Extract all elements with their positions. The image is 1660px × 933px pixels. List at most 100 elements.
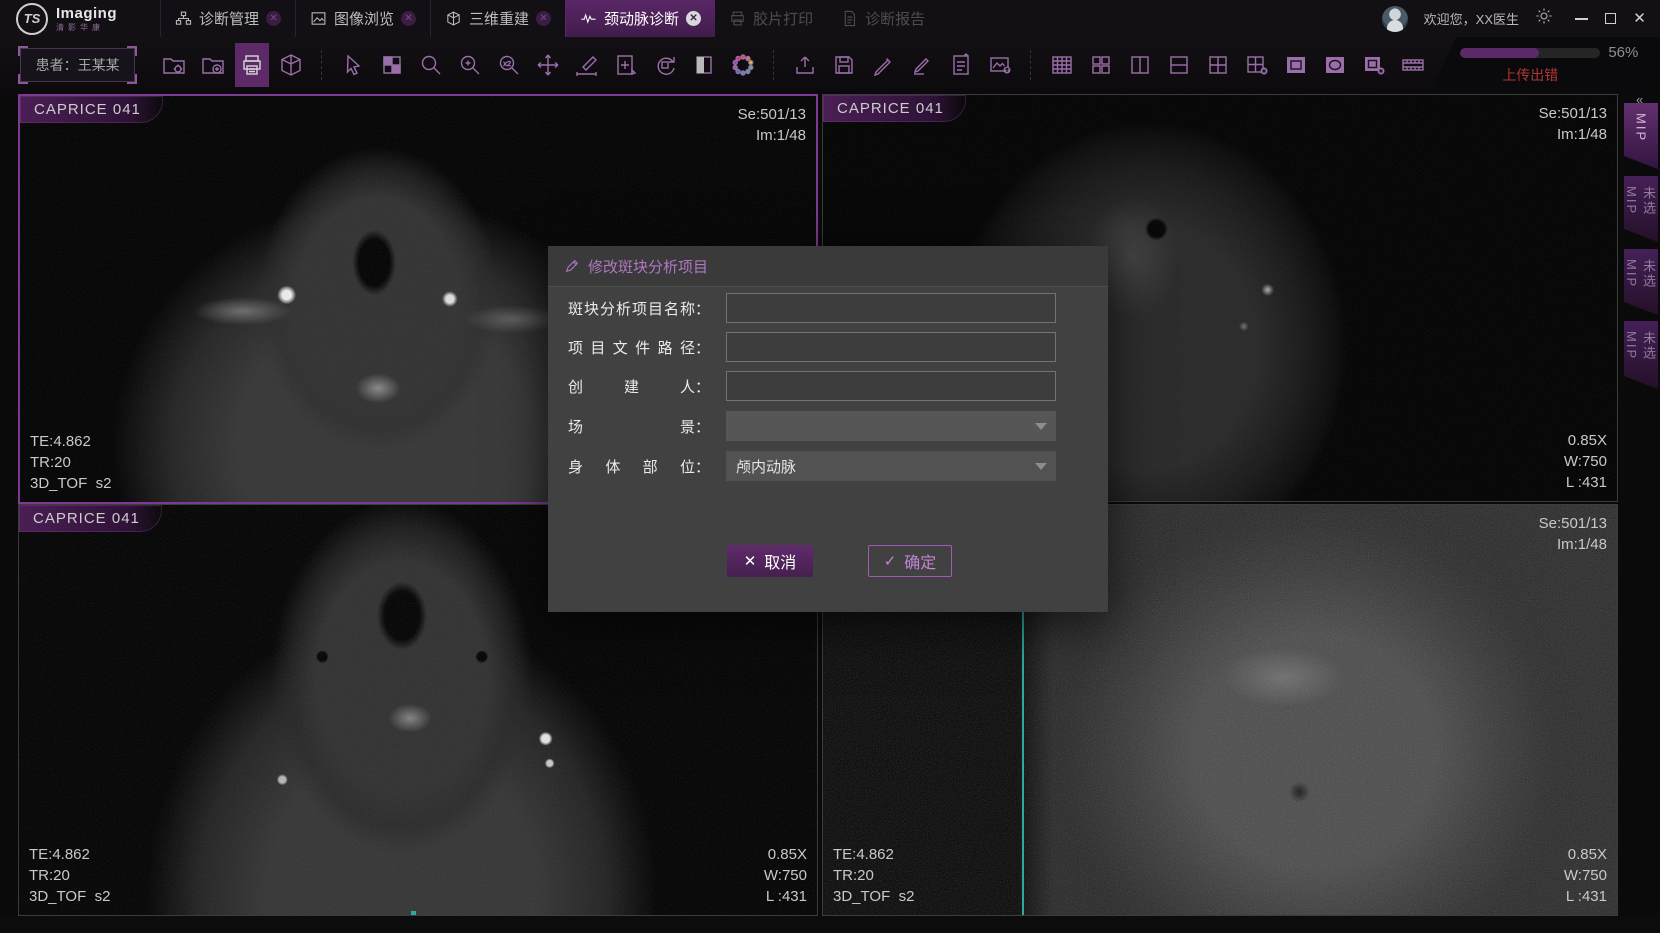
logo-brand: Imaging	[56, 6, 117, 21]
logo-monogram-icon: TS	[16, 3, 48, 35]
field-row-file-path: 项目文件路径：	[568, 332, 1056, 362]
cine-film-icon[interactable]	[1396, 43, 1430, 87]
waveform-icon	[580, 10, 597, 27]
zoom-x2-icon[interactable]: x2	[492, 43, 526, 87]
side-tab-unselected-mip-1[interactable]: 未选MIP	[1624, 176, 1658, 242]
svg-text:x2: x2	[504, 59, 512, 68]
folder-add-icon[interactable]	[196, 43, 230, 87]
blocks-2x2-icon[interactable]	[1084, 43, 1118, 87]
print-icon[interactable]	[235, 43, 269, 87]
measure-pencil-icon[interactable]	[570, 43, 604, 87]
zoom-in-icon[interactable]	[453, 43, 487, 87]
patient-badge: 患者：王某某	[20, 48, 135, 82]
grid-2x2-icon[interactable]	[1201, 43, 1235, 87]
cancel-button-label: 取消	[764, 549, 796, 573]
tab-diagnosis-report: 诊断报告	[827, 0, 939, 37]
bottom-strip	[0, 916, 1660, 933]
dialog-title: 修改斑块分析项目	[588, 256, 708, 277]
cube-icon	[445, 10, 462, 27]
image-upload-icon[interactable]	[983, 43, 1017, 87]
welcome-text: 欢迎您，XX医生	[1424, 9, 1519, 28]
project-name-input[interactable]	[726, 293, 1056, 323]
sequence-info: TE:4.862TR:203D_TOF s2	[833, 844, 914, 907]
pan-icon[interactable]	[531, 43, 565, 87]
split-vertical-icon[interactable]	[1123, 43, 1157, 87]
user-avatar[interactable]	[1382, 6, 1408, 32]
close-icon[interactable]: ✕	[266, 11, 281, 26]
confirm-button[interactable]: ✓ 确定	[868, 545, 952, 577]
side-tab-unselected-mip-2[interactable]: 未选MIP	[1624, 249, 1658, 315]
report-icon	[841, 10, 858, 27]
series-label-tab: CAPRICE 041	[823, 95, 966, 122]
confirm-button-label: 确定	[904, 549, 936, 573]
cursor-icon[interactable]	[336, 43, 370, 87]
field-label: 身体部位：	[568, 456, 710, 477]
series-image-info: Se:501/13Im:1/48	[738, 104, 806, 146]
settings-gear-icon[interactable]	[1535, 7, 1553, 30]
upload-icon[interactable]	[788, 43, 822, 87]
page-add-icon[interactable]	[609, 43, 643, 87]
folder-settings-icon[interactable]	[157, 43, 191, 87]
field-label: 项目文件路径：	[568, 337, 710, 358]
tab-label: 三维重建	[469, 8, 529, 29]
pen-line-icon[interactable]	[905, 43, 939, 87]
field-label: 斑块分析项目名称：	[568, 298, 710, 319]
logo-subtitle: 清影华康	[56, 24, 117, 32]
layout-checker-icon[interactable]	[375, 43, 409, 87]
series-label-tab: CAPRICE 041	[19, 505, 162, 532]
rotate-icon[interactable]	[648, 43, 682, 87]
tab-carotid-diagnosis[interactable]: 颈动脉诊断 ✕	[565, 0, 715, 37]
field-row-scene: 场景：	[568, 411, 1056, 441]
close-window-button[interactable]: ✕	[1633, 12, 1646, 25]
magnifier-icon[interactable]	[414, 43, 448, 87]
split-horizontal-icon[interactable]	[1162, 43, 1196, 87]
field-label: 创建人：	[568, 376, 710, 397]
rect-roi-icon[interactable]	[1279, 43, 1313, 87]
dialog-header: 修改斑块分析项目	[548, 246, 1108, 287]
side-tab-mip[interactable]: MIP	[1624, 103, 1658, 169]
ellipse-roi-icon[interactable]	[1318, 43, 1352, 87]
file-path-input[interactable]	[726, 332, 1056, 362]
edit-pencil-icon	[564, 258, 580, 274]
toolbar-divider	[1030, 50, 1032, 80]
close-icon[interactable]: ✕	[686, 11, 701, 26]
cancel-button[interactable]: ✕ 取消	[727, 545, 813, 577]
close-icon[interactable]: ✕	[536, 11, 551, 26]
tab-label: 图像浏览	[334, 8, 394, 29]
title-bar: TS Imaging 清影华康 诊断管理 ✕ 图像浏览 ✕ 三维重建 ✕ 颈动脉…	[0, 0, 1660, 38]
scene-select[interactable]	[726, 411, 1056, 441]
grid-4x4-icon[interactable]	[1045, 43, 1079, 87]
minimize-button[interactable]	[1575, 12, 1588, 25]
tab-label: 胶片打印	[753, 8, 813, 29]
series-image-info: Se:501/13Im:1/48	[1539, 103, 1607, 145]
window-level-info: 0.85XW:750L :431	[764, 844, 807, 907]
tab-diagnosis-management[interactable]: 诊断管理 ✕	[160, 0, 295, 37]
report-add-icon[interactable]	[944, 43, 978, 87]
field-row-creator: 创建人：	[568, 371, 1056, 401]
window-level-info: 0.85XW:750L :431	[1564, 844, 1607, 907]
series-image-info: Se:501/13Im:1/48	[1539, 513, 1607, 555]
tab-image-browse[interactable]: 图像浏览 ✕	[295, 0, 430, 37]
color-wheel-icon[interactable]	[726, 43, 760, 87]
sequence-info: TE:4.862TR:203D_TOF s2	[30, 431, 111, 494]
field-label: 场景：	[568, 416, 710, 437]
toolbar-divider	[773, 50, 775, 80]
side-tab-unselected-mip-3[interactable]: 未选MIP	[1624, 321, 1658, 389]
upload-error-text: 上传出错	[1502, 65, 1660, 85]
save-icon[interactable]	[827, 43, 861, 87]
close-icon[interactable]: ✕	[401, 11, 416, 26]
field-row-body-part: 身体部位： 颅内动脉	[568, 451, 1056, 481]
contrast-icon[interactable]	[687, 43, 721, 87]
cube-3d-icon[interactable]	[274, 43, 308, 87]
grid-remove-icon[interactable]	[1240, 43, 1274, 87]
body-part-select[interactable]: 颅内动脉	[726, 451, 1056, 481]
app-logo: TS Imaging 清影华康	[0, 0, 160, 37]
maximize-button[interactable]	[1604, 12, 1617, 25]
creator-input[interactable]	[726, 371, 1056, 401]
rect-remove-icon[interactable]	[1357, 43, 1391, 87]
pen-icon[interactable]	[866, 43, 900, 87]
reference-tick	[411, 911, 416, 915]
series-label-tab: CAPRICE 041	[20, 96, 163, 123]
tab-3d-reconstruction[interactable]: 三维重建 ✕	[430, 0, 565, 37]
progress-percent: 56%	[1608, 44, 1638, 61]
